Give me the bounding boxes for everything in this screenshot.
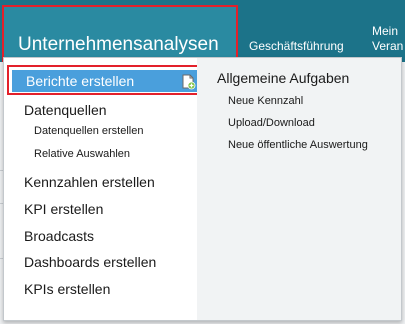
dropdown-menu: Berichte erstellen Datenquellen Datenque… [3, 57, 402, 321]
menu-item-kennzahlen-erstellen[interactable]: Kennzahlen erstellen [24, 174, 155, 190]
menu-right-column: Allgemeine Aufgaben Neue Kennzahl Upload… [197, 58, 401, 320]
menu-item-berichte-erstellen[interactable]: Berichte erstellen [12, 70, 200, 92]
menu-subitem-relative-auswahlen[interactable]: Relative Auswahlen [34, 148, 130, 160]
menu-item-label: Berichte erstellen [26, 73, 135, 89]
menu-item-kpis-erstellen[interactable]: KPIs erstellen [24, 281, 110, 297]
menu-item-datenquellen[interactable]: Datenquellen [24, 102, 107, 118]
screen: Unternehmensanalysen Geschäftsführung Me… [0, 0, 405, 324]
menu-item-kpi-erstellen[interactable]: KPI erstellen [24, 201, 103, 217]
section-title-allgemeine-aufgaben: Allgemeine Aufgaben [217, 70, 350, 86]
nav-unternehmensanalysen[interactable]: Unternehmensanalysen [2, 5, 238, 62]
new-document-icon [182, 74, 196, 90]
menu-left-column: Berichte erstellen Datenquellen Datenque… [4, 58, 203, 320]
menu-subitem-datenquellen-erstellen[interactable]: Datenquellen erstellen [34, 125, 143, 137]
link-neue-kennzahl[interactable]: Neue Kennzahl [228, 95, 303, 107]
link-upload-download[interactable]: Upload/Download [228, 117, 315, 129]
nav-mein-veran[interactable]: Mein Veran [372, 24, 403, 54]
menu-item-broadcasts[interactable]: Broadcasts [24, 228, 94, 244]
nav-mein-label: Mein [372, 24, 399, 38]
top-navigation-bar: Unternehmensanalysen Geschäftsführung Me… [0, 0, 405, 62]
menu-item-dashboards-erstellen[interactable]: Dashboards erstellen [24, 254, 156, 270]
nav-geschaeftsfuehrung[interactable]: Geschäftsführung [249, 39, 344, 53]
nav-veran-label: Veran [372, 39, 404, 53]
link-neue-oeffentliche-auswertung[interactable]: Neue öffentliche Auswertung [228, 139, 368, 151]
